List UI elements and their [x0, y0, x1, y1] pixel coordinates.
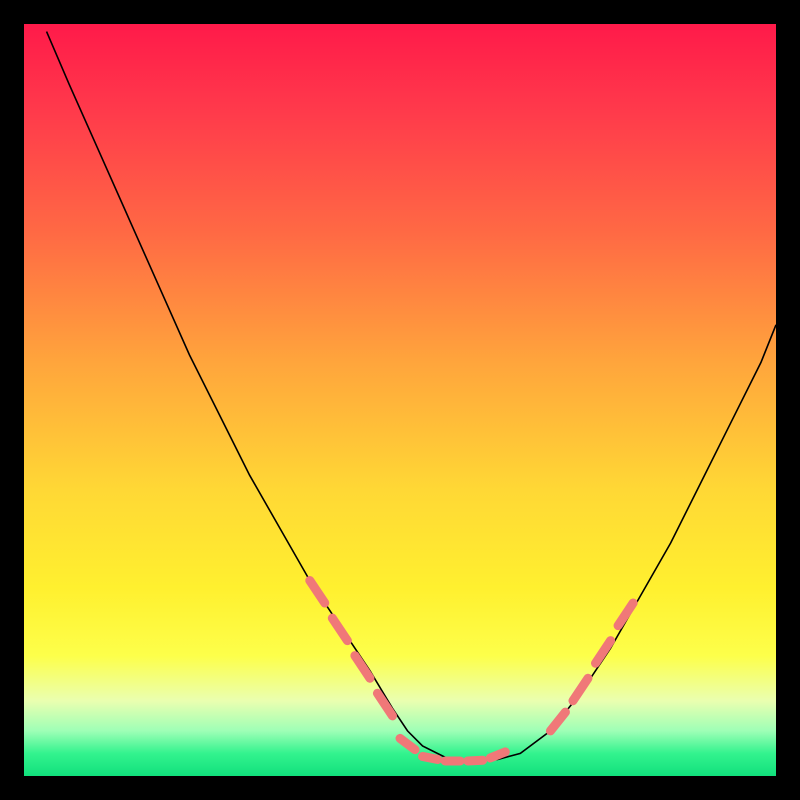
- highlight-dashes-segment: [490, 752, 505, 758]
- plot-frame: TheBottleneck.com: [24, 24, 776, 776]
- bottleneck-chart: [24, 24, 776, 776]
- chart-background: [24, 24, 776, 776]
- highlight-dashes-segment: [468, 760, 483, 761]
- highlight-dashes-segment: [423, 756, 438, 759]
